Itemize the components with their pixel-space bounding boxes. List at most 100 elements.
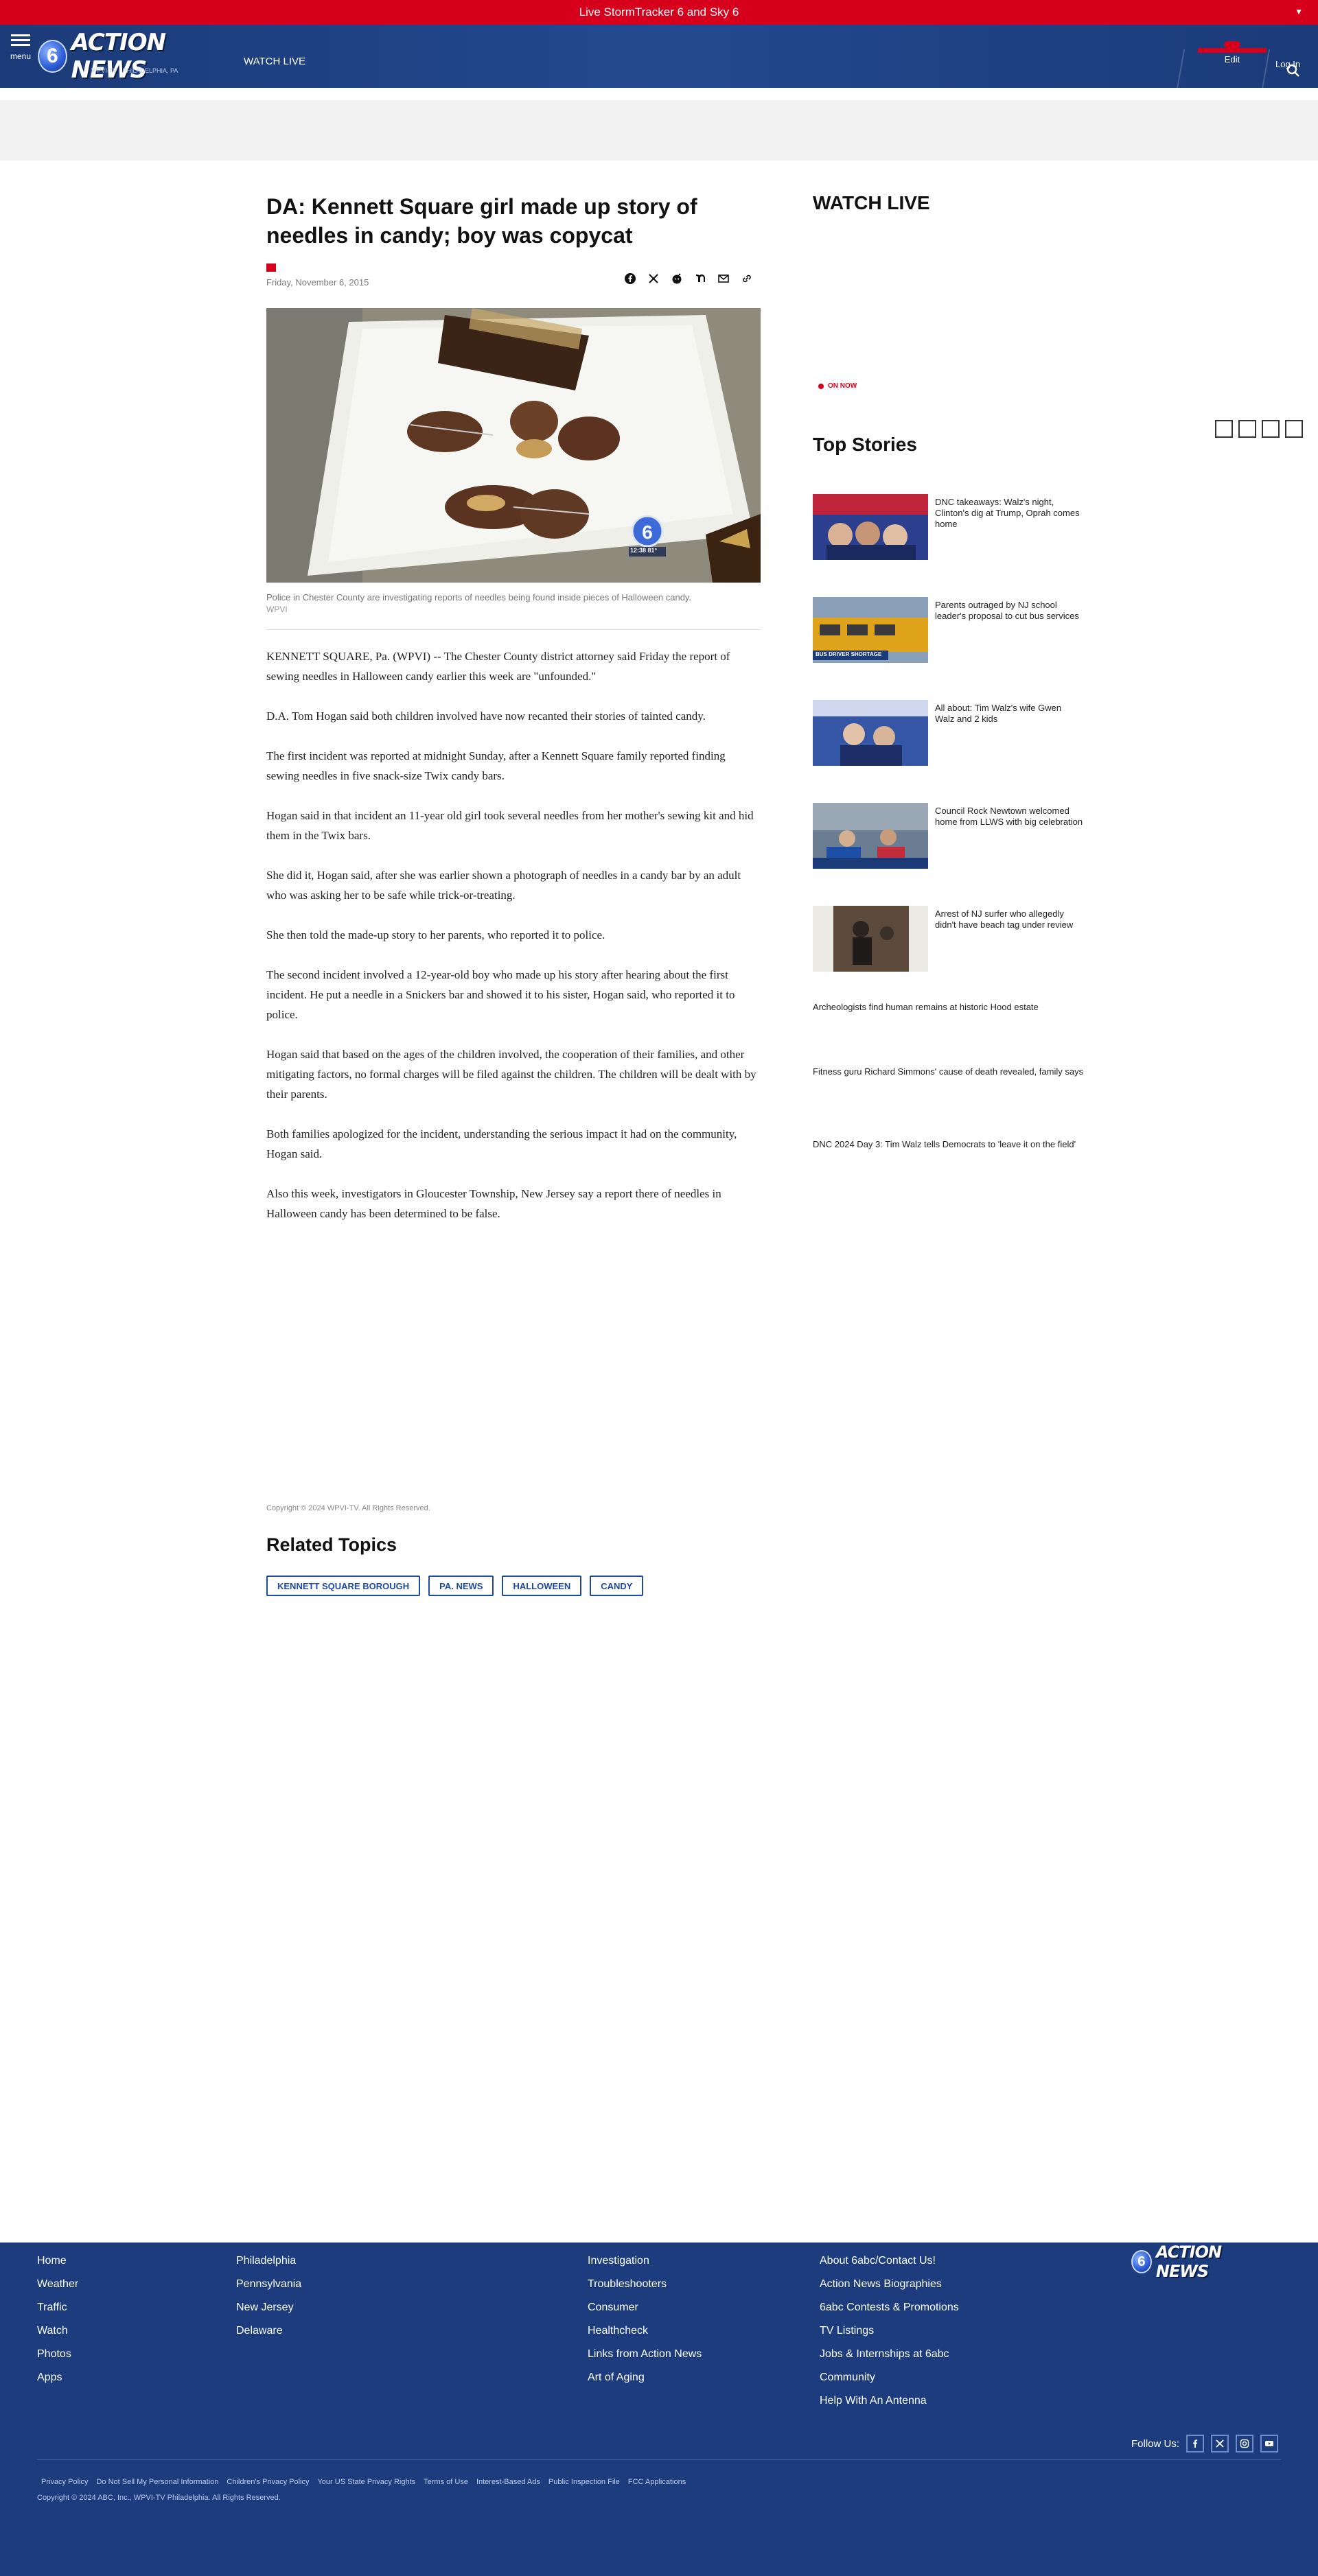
- hamburger-icon: [11, 34, 30, 36]
- live-video-player[interactable]: ON NOW: [813, 229, 1087, 391]
- footer-link-jobs[interactable]: Jobs & Internships at 6abc: [820, 2343, 959, 2366]
- hero-image[interactable]: 6 12:38 81°: [266, 308, 761, 583]
- footer-link-troubleshooters[interactable]: Troubleshooters: [588, 2273, 702, 2296]
- footer-link-new-jersey[interactable]: New Jersey: [236, 2296, 301, 2319]
- image-credit: WPVI: [266, 605, 288, 614]
- legal-links: Privacy Policy Do Not Sell My Personal I…: [37, 2473, 690, 2491]
- footer-divider: [37, 2459, 1281, 2460]
- text-story-link[interactable]: Fitness guru Richard Simmons' cause of d…: [813, 1066, 1087, 1077]
- legal-link-interest-ads[interactable]: Interest-Based Ads: [472, 2473, 544, 2491]
- footer-link-art-of-aging[interactable]: Art of Aging: [588, 2366, 702, 2389]
- footer-link-delaware[interactable]: Delaware: [236, 2319, 301, 2343]
- instagram-icon[interactable]: [1236, 2435, 1254, 2452]
- story-card[interactable]: Arrest of NJ surfer who allegedly didn't…: [813, 906, 1087, 972]
- footer-link-investigation[interactable]: Investigation: [588, 2249, 702, 2273]
- footer-link-watch[interactable]: Watch: [37, 2319, 78, 2343]
- facebook-icon[interactable]: [1186, 2435, 1205, 2452]
- footer-logo[interactable]: 6 ACTION NEWS: [1131, 2243, 1262, 2281]
- follow-us-label: Follow Us:: [1131, 2437, 1180, 2450]
- legal-link-terms[interactable]: Terms of Use: [419, 2473, 472, 2491]
- article-copyright: Copyright © 2024 WPVI-TV. All Rights Res…: [266, 1504, 430, 1512]
- story-card[interactable]: All about: Tim Walz's wife Gwen Walz and…: [813, 700, 1087, 766]
- x-icon[interactable]: [1211, 2435, 1229, 2452]
- footer-link-traffic[interactable]: Traffic: [37, 2296, 78, 2319]
- topic-tag[interactable]: CANDY: [590, 1576, 644, 1596]
- youtube-icon[interactable]: [1260, 2435, 1279, 2452]
- follow-us: Follow Us:: [1131, 2435, 1279, 2452]
- article-paragraph: The second incident involved a 12-year-o…: [266, 968, 735, 1021]
- related-topics-title: Related Topics: [266, 1534, 397, 1555]
- thumb-label: BUS DRIVER SHORTAGE: [816, 651, 882, 657]
- footer-link-philadelphia[interactable]: Philadelphia: [236, 2249, 301, 2273]
- footer-link-pennsylvania[interactable]: Pennsylvania: [236, 2273, 301, 2296]
- legal-link-fcc[interactable]: FCC Applications: [624, 2473, 690, 2491]
- reddit-icon[interactable]: [670, 272, 684, 285]
- carousel-dot[interactable]: [1215, 420, 1233, 438]
- live-alert-bar[interactable]: Live StormTracker 6 and Sky 6 ▼: [0, 0, 1318, 25]
- story-card[interactable]: DNC takeaways: Walz's night, Clinton's d…: [813, 494, 1087, 560]
- story-headline: All about: Tim Walz's wife Gwen Walz and…: [935, 703, 1062, 724]
- carousel-dot[interactable]: [1262, 420, 1280, 438]
- footer-link-tv-listings[interactable]: TV Listings: [820, 2319, 959, 2343]
- footer-link-community[interactable]: Community: [820, 2366, 959, 2389]
- on-now-label: ON NOW: [828, 382, 857, 390]
- menu-button[interactable]: menu: [7, 32, 34, 70]
- article-paragraph: She then told the made-up story to her p…: [266, 928, 605, 941]
- text-story-link[interactable]: Archeologists find human remains at hist…: [813, 1002, 1087, 1013]
- legal-link-state-privacy[interactable]: Your US State Privacy Rights: [313, 2473, 419, 2491]
- footer-link-apps[interactable]: Apps: [37, 2366, 78, 2389]
- footer-link-about[interactable]: About 6abc/Contact Us!: [820, 2249, 959, 2273]
- topic-tag[interactable]: KENNETT SQUARE BOROUGH: [266, 1576, 421, 1596]
- story-thumbnail: BUS DRIVER SHORTAGE: [813, 597, 928, 663]
- site-logo[interactable]: 6 ACTION NEWS WPVI-TV · PHILADELPHIA, PA: [38, 29, 227, 84]
- footer-link-home[interactable]: Home: [37, 2249, 78, 2273]
- image-caption: Police in Chester County are investigati…: [266, 592, 692, 602]
- x-icon[interactable]: [647, 272, 660, 285]
- story-headline: Council Rock Newtown welcomed home from …: [935, 806, 1083, 827]
- link-icon[interactable]: [740, 272, 754, 285]
- nextdoor-icon[interactable]: [693, 272, 707, 285]
- legal-link-privacy[interactable]: Privacy Policy: [37, 2473, 92, 2491]
- hamburger-icon-bar: [11, 44, 30, 46]
- article-paragraph: The first incident was reported at midni…: [266, 749, 726, 782]
- video-bug-timestamp: 12:38 81°: [630, 547, 658, 554]
- site-footer: Home Weather Traffic Watch Photos Apps P…: [0, 2243, 1318, 2576]
- article-paragraph: Hogan said in that incident an 11-year o…: [266, 809, 754, 842]
- story-headline: DNC takeaways: Walz's night, Clinton's d…: [935, 497, 1080, 529]
- carousel-dot[interactable]: [1285, 420, 1303, 438]
- logo-six-icon: 6: [38, 40, 67, 73]
- search-button[interactable]: [1280, 58, 1307, 84]
- legal-link-childrens-privacy[interactable]: Children's Privacy Policy: [222, 2473, 313, 2491]
- logo-wordmark: ACTION NEWS: [71, 29, 166, 84]
- chevron-down-icon[interactable]: ▼: [1295, 7, 1303, 16]
- legal-link-public-file[interactable]: Public Inspection File: [544, 2473, 624, 2491]
- article-headline: DA: Kennett Square girl made up story of…: [266, 194, 697, 248]
- story-card[interactable]: Council Rock Newtown welcomed home from …: [813, 803, 1087, 869]
- facebook-icon[interactable]: [623, 272, 637, 285]
- footer-link-weather[interactable]: Weather: [37, 2273, 78, 2296]
- story-thumbnail: [813, 803, 928, 869]
- footer-link-antenna[interactable]: Help With An Antenna: [820, 2389, 959, 2413]
- footer-link-biographies[interactable]: Action News Biographies: [820, 2273, 959, 2296]
- footer-link-consumer[interactable]: Consumer: [588, 2296, 702, 2319]
- carousel-dot[interactable]: [1238, 420, 1256, 438]
- footer-column-regions: Philadelphia Pennsylvania New Jersey Del…: [236, 2249, 301, 2343]
- footer-link-links[interactable]: Links from Action News: [588, 2343, 702, 2366]
- svg-text:6: 6: [642, 522, 653, 543]
- weather-widget[interactable]: Edit: [1198, 36, 1267, 74]
- story-card[interactable]: BUS DRIVER SHORTAGE Parents outraged by …: [813, 597, 1087, 663]
- weather-icon: [1224, 41, 1240, 48]
- topic-tag[interactable]: HALLOWEEN: [502, 1576, 582, 1596]
- story-thumbnail: [813, 494, 928, 560]
- footer-link-contests[interactable]: 6abc Contests & Promotions: [820, 2296, 959, 2319]
- footer-link-photos[interactable]: Photos: [37, 2343, 78, 2366]
- legal-link-do-not-sell[interactable]: Do Not Sell My Personal Information: [92, 2473, 222, 2491]
- article-paragraph: She did it, Hogan said, after she was ea…: [266, 869, 741, 902]
- watch-live-link[interactable]: WATCH LIVE: [237, 52, 312, 70]
- weather-edit-label[interactable]: Edit: [1198, 54, 1267, 65]
- email-icon[interactable]: [717, 272, 730, 285]
- text-story-link[interactable]: DNC 2024 Day 3: Tim Walz tells Democrats…: [813, 1139, 1087, 1150]
- topic-tag[interactable]: PA. NEWS: [428, 1576, 494, 1596]
- logo-subtitle: WPVI-TV · PHILADELPHIA, PA: [91, 67, 178, 74]
- footer-link-healthcheck[interactable]: Healthcheck: [588, 2319, 702, 2343]
